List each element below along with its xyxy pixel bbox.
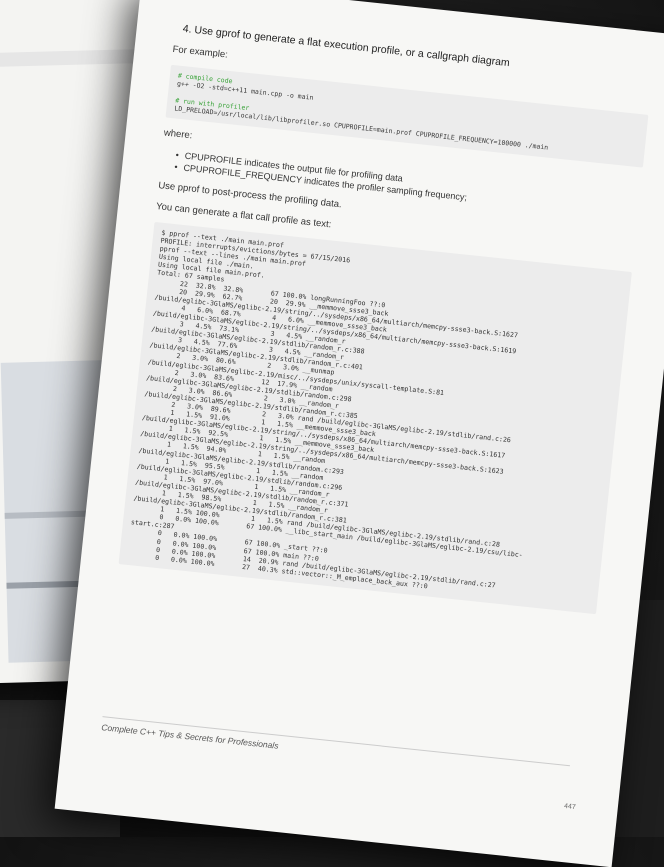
profile-output-block: $ pprof --text ./main main.prof PROFILE: … — [118, 221, 632, 615]
book-page: 4. Use gprof to generate a flat executio… — [54, 0, 664, 867]
page-number: 447 — [563, 802, 576, 812]
page-footer: Complete C++ Tips & Secrets for Professi… — [100, 716, 571, 782]
page-content: 4. Use gprof to generate a flat executio… — [118, 22, 653, 615]
